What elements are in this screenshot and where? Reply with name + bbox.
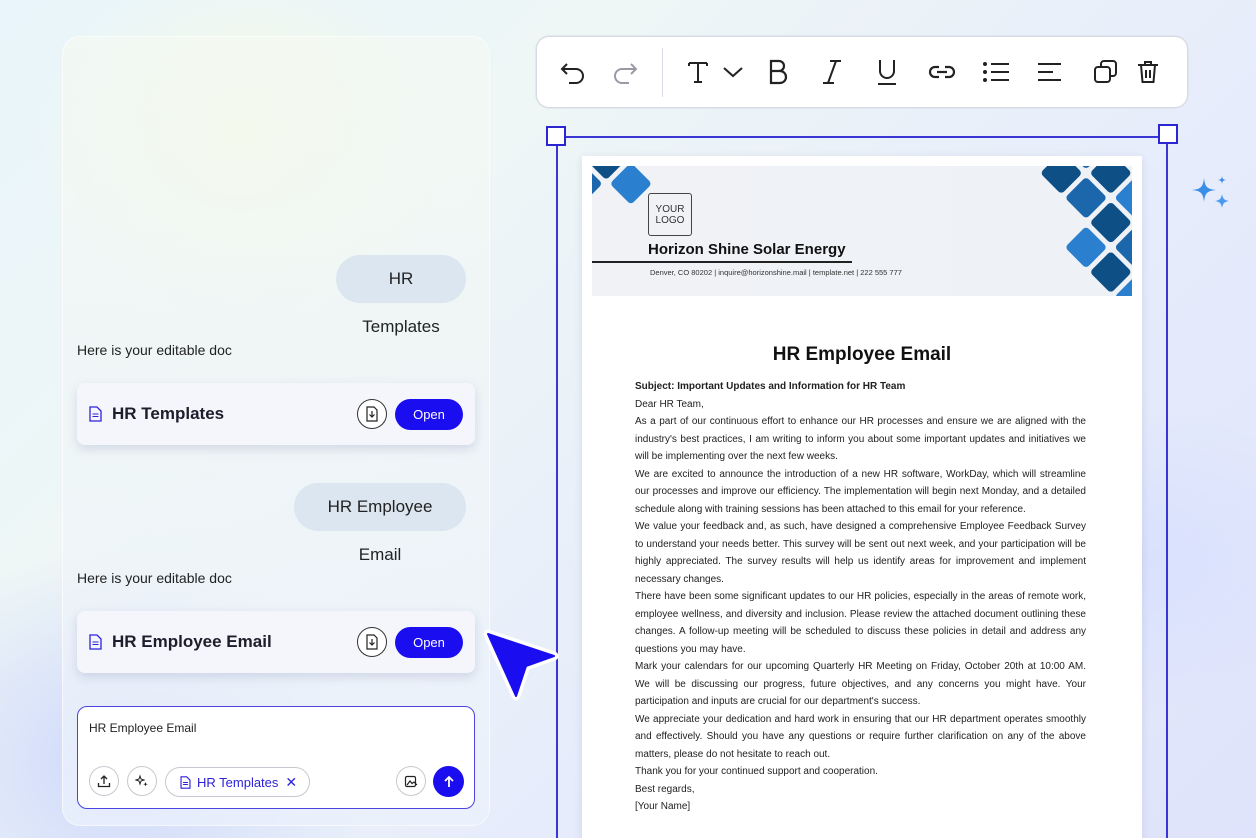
assistant-reply: Here is your editable doc xyxy=(77,342,232,358)
sparkle-icon xyxy=(1192,176,1229,208)
text-style-icon xyxy=(688,62,708,83)
upload-icon xyxy=(97,775,111,788)
bold-button[interactable] xyxy=(761,55,795,89)
resize-handle-top-right[interactable] xyxy=(1158,124,1178,144)
download-icon xyxy=(366,406,378,422)
upload-button[interactable] xyxy=(89,766,119,796)
doc-card-title: HR Employee Email xyxy=(112,632,272,651)
download-icon xyxy=(366,634,378,650)
format-toolbar xyxy=(537,37,1187,107)
open-button[interactable]: Open xyxy=(395,627,463,658)
delete-icon xyxy=(1138,61,1158,83)
delete-button[interactable] xyxy=(1131,55,1165,89)
chat-input-field[interactable]: HR Employee Email xyxy=(89,721,196,735)
open-button[interactable]: Open xyxy=(395,399,463,430)
redo-button[interactable] xyxy=(607,55,641,89)
undo-icon xyxy=(560,63,584,84)
link-icon xyxy=(928,65,956,79)
doc-card[interactable]: HR Templates Open xyxy=(77,383,475,445)
align-icon xyxy=(1038,63,1061,81)
bullet-list-button[interactable] xyxy=(979,55,1013,89)
ai-magic-button[interactable] xyxy=(127,766,157,796)
italic-button[interactable] xyxy=(815,55,849,89)
image-icon xyxy=(404,775,417,787)
sparkle-icon xyxy=(135,774,148,787)
assistant-reply: Here is your editable doc xyxy=(77,570,232,586)
user-message: HR Employee Email xyxy=(294,483,466,564)
close-icon[interactable]: ✕ xyxy=(285,774,297,791)
bullet-list-icon xyxy=(983,62,1009,82)
chip-label: HR Templates xyxy=(197,774,279,790)
toolbar-divider xyxy=(662,48,663,97)
send-button[interactable] xyxy=(433,766,464,797)
redo-icon xyxy=(614,63,638,84)
chevron-down-icon xyxy=(723,67,743,78)
chat-panel: HR Templates Here is your editable doc H… xyxy=(62,36,490,826)
italic-icon xyxy=(823,60,841,84)
user-message: HR Templates xyxy=(336,255,466,336)
doc-card-title: HR Templates xyxy=(112,404,225,423)
duplicate-icon xyxy=(1094,60,1117,83)
document-icon xyxy=(89,406,102,422)
resize-handle-top-left[interactable] xyxy=(546,126,566,146)
chat-input-box[interactable]: HR Employee Email HR Templates ✕ xyxy=(77,706,475,809)
image-button[interactable] xyxy=(396,766,426,796)
duplicate-button[interactable] xyxy=(1089,55,1123,89)
selection-frame xyxy=(556,136,1168,838)
document-icon xyxy=(180,775,191,789)
doc-card[interactable]: HR Employee Email Open xyxy=(77,611,475,673)
download-button[interactable] xyxy=(357,399,387,429)
text-style-button[interactable] xyxy=(681,55,715,89)
document-icon xyxy=(89,634,102,650)
link-button[interactable] xyxy=(925,55,959,89)
arrow-up-icon xyxy=(443,775,454,787)
text-style-dropdown[interactable] xyxy=(716,55,750,89)
underline-icon xyxy=(878,60,896,85)
underline-button[interactable] xyxy=(870,55,904,89)
download-button[interactable] xyxy=(357,627,387,657)
align-button[interactable] xyxy=(1033,55,1067,89)
template-chip[interactable]: HR Templates ✕ xyxy=(165,767,310,797)
bold-icon xyxy=(769,59,788,85)
undo-button[interactable] xyxy=(557,55,591,89)
pointer-cursor-icon xyxy=(483,629,559,701)
